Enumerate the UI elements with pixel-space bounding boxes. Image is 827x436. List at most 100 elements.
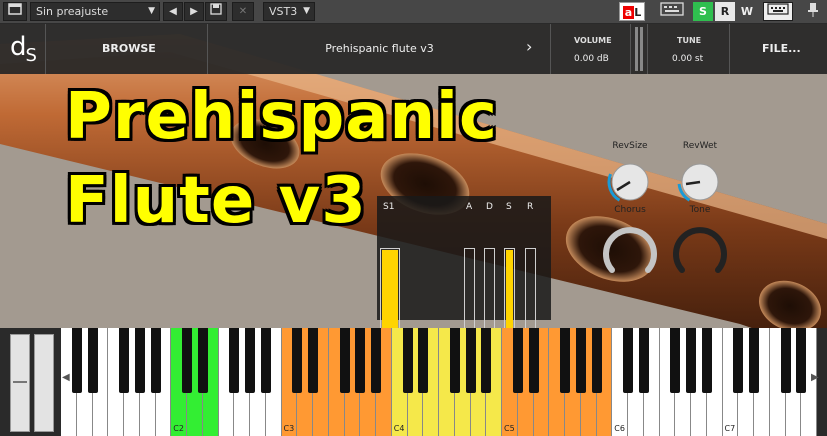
computer-keyboard-icon[interactable] — [763, 2, 793, 21]
black-key[interactable] — [119, 328, 129, 393]
w-toggle[interactable]: W — [737, 2, 757, 21]
sustain-slider-fill — [506, 250, 513, 332]
chevron-right-icon[interactable]: › — [526, 37, 532, 56]
automation-l-label: L — [634, 6, 642, 19]
black-key[interactable] — [686, 328, 696, 393]
black-key[interactable] — [308, 328, 318, 393]
black-key[interactable] — [560, 328, 570, 393]
format-select-value: VST3 — [269, 5, 298, 18]
s-toggle[interactable]: S — [693, 2, 713, 21]
host-toolbar: Sin preajuste ▼ ◀ ▶ ✕ VST3 ▼ aL S R W — [0, 0, 827, 24]
black-key[interactable] — [292, 328, 303, 393]
keyboard-icon[interactable] — [657, 2, 687, 21]
tone-knob[interactable] — [670, 222, 730, 282]
chevron-down-icon: ▼ — [303, 6, 310, 16]
black-key[interactable] — [197, 328, 208, 393]
black-key[interactable] — [528, 328, 539, 393]
automation-button[interactable]: aL — [619, 2, 645, 21]
black-key[interactable] — [402, 328, 413, 393]
s1-slider-fill — [382, 250, 398, 332]
black-key[interactable] — [701, 328, 712, 393]
black-key[interactable] — [260, 328, 271, 393]
black-key[interactable] — [229, 328, 240, 393]
logo: dS — [10, 32, 37, 66]
plugin-panel: dS BROWSE Prehispanic flute v3 › VOLUME … — [0, 24, 827, 436]
black-key[interactable] — [371, 328, 381, 393]
black-key[interactable] — [87, 328, 98, 393]
automation-a-label: a — [622, 6, 635, 19]
chorus-knob[interactable] — [600, 222, 660, 282]
volume-cell[interactable]: VOLUME 0.00 dB — [551, 24, 631, 74]
decay-slider[interactable] — [484, 248, 495, 334]
plugin-header: dS BROWSE Prehispanic flute v3 › VOLUME … — [0, 24, 827, 74]
attack-slider[interactable] — [464, 248, 475, 334]
black-key[interactable] — [623, 328, 633, 393]
pin-icon[interactable] — [802, 2, 824, 21]
volume-value: 0.00 dB — [574, 54, 609, 64]
instrument-title-line2: Flute v3 — [65, 164, 367, 238]
revwet-label: RevWet — [682, 141, 718, 151]
logo-cell: dS — [0, 24, 46, 74]
revwet-knob[interactable] — [676, 158, 724, 206]
pitch-wheel[interactable] — [10, 334, 30, 432]
black-key[interactable] — [150, 328, 161, 393]
revsize-knob[interactable] — [606, 158, 654, 206]
window-icon[interactable] — [3, 2, 27, 21]
attack-label: A — [466, 202, 473, 212]
tune-label: TUNE — [677, 36, 702, 45]
file-label: FILE... — [762, 42, 801, 55]
black-key[interactable] — [355, 328, 366, 393]
s1-slider[interactable] — [380, 248, 400, 334]
black-key[interactable] — [591, 328, 602, 393]
black-key[interactable] — [465, 328, 476, 393]
volume-meter — [631, 24, 648, 74]
black-key[interactable] — [134, 328, 145, 393]
save-icon[interactable] — [205, 2, 227, 21]
black-key[interactable] — [796, 328, 807, 393]
sustain-slider[interactable] — [504, 248, 515, 334]
tune-cell[interactable]: TUNE 0.00 st — [648, 24, 730, 74]
instrument-title-line1: Prehispanic — [65, 80, 498, 154]
octave-label: C4 — [393, 424, 405, 433]
format-select[interactable]: VST3 ▼ — [263, 2, 315, 21]
black-key[interactable] — [182, 328, 192, 393]
black-key[interactable] — [512, 328, 523, 393]
file-button[interactable]: FILE... — [730, 24, 827, 74]
black-key[interactable] — [780, 328, 791, 393]
black-key[interactable] — [71, 328, 82, 393]
black-key[interactable] — [245, 328, 255, 393]
sustain-label: S — [506, 202, 512, 212]
tune-value: 0.00 st — [672, 54, 704, 64]
black-key[interactable] — [418, 328, 429, 393]
release-slider[interactable] — [525, 248, 536, 334]
octave-label: C2 — [173, 424, 184, 433]
r-toggle[interactable]: R — [715, 2, 735, 21]
octave-right-icon[interactable]: ▶ — [811, 372, 819, 383]
octave-label: C6 — [614, 424, 625, 433]
envelope-panel: S1 A D S R — [377, 196, 551, 334]
prev-preset-button[interactable]: ◀ — [163, 2, 183, 21]
black-key[interactable] — [339, 328, 350, 393]
preset-name: Prehispanic flute v3 — [325, 42, 434, 55]
chevron-down-icon: ▼ — [148, 6, 155, 16]
black-key[interactable] — [638, 328, 649, 393]
logo-d: d — [10, 32, 26, 62]
black-key[interactable] — [575, 328, 586, 393]
octave-left-icon[interactable]: ◀ — [62, 372, 70, 383]
plugin-window: Sin preajuste ▼ ◀ ▶ ✕ VST3 ▼ aL S R W dS… — [0, 0, 827, 436]
s1-label: S1 — [383, 202, 395, 212]
preset-select-value: Sin preajuste — [36, 5, 109, 18]
preset-select[interactable]: Sin preajuste ▼ — [30, 2, 160, 21]
tone-label: Tone — [689, 205, 711, 215]
logo-s: S — [25, 45, 37, 66]
black-key[interactable] — [481, 328, 492, 393]
black-key[interactable] — [449, 328, 460, 393]
black-key[interactable] — [670, 328, 681, 393]
close-icon[interactable]: ✕ — [232, 2, 254, 21]
browse-button[interactable]: BROWSE — [46, 24, 208, 74]
mod-wheel[interactable] — [34, 334, 54, 432]
next-preset-button[interactable]: ▶ — [184, 2, 204, 21]
preset-name-display[interactable]: Prehispanic flute v3 › — [208, 24, 551, 74]
black-key[interactable] — [749, 328, 759, 393]
black-key[interactable] — [733, 328, 744, 393]
